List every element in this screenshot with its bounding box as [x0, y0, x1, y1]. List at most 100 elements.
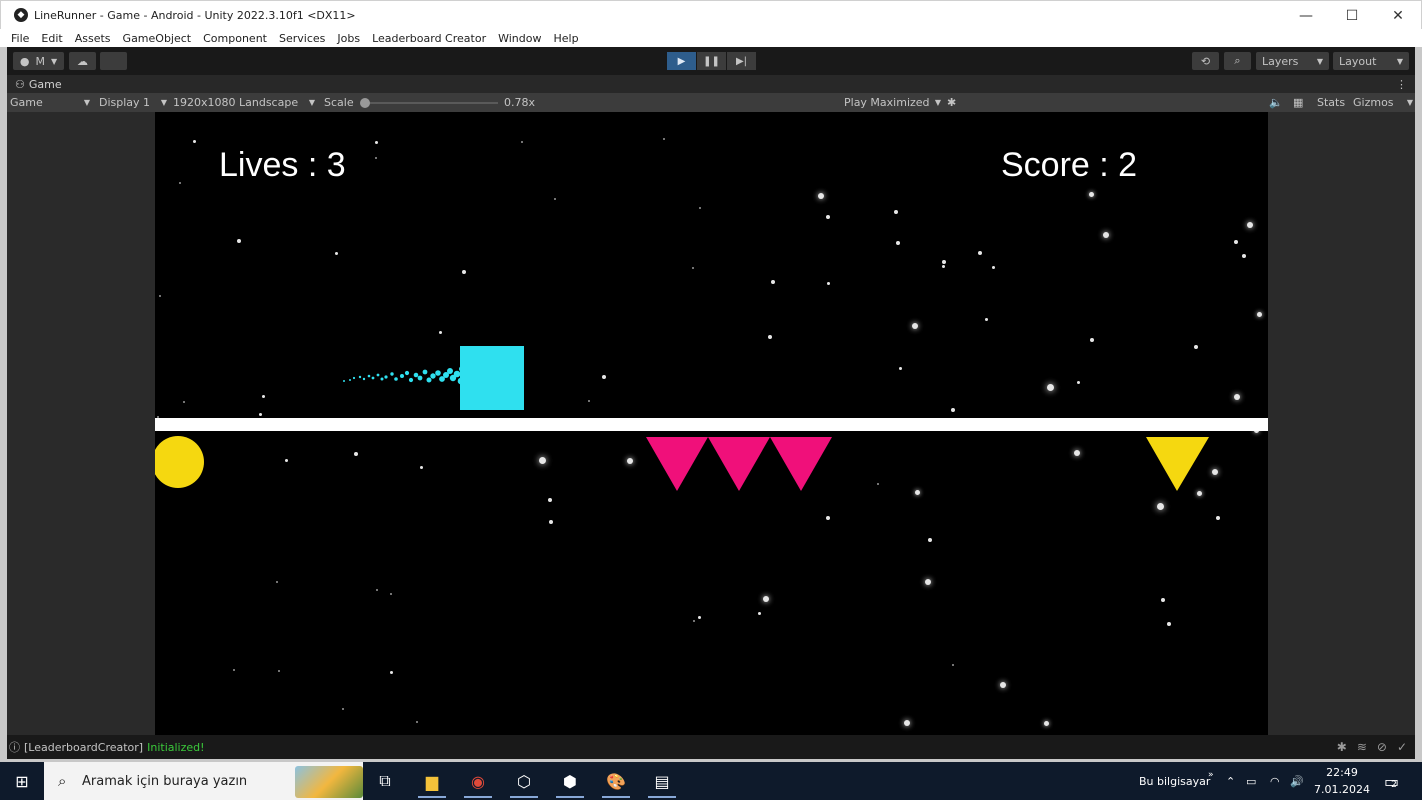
play-button[interactable]: ▶ [667, 52, 696, 70]
calculator-icon[interactable]: ▤ [642, 767, 682, 798]
layers-dropdown[interactable]: Layers ▼ [1256, 52, 1329, 70]
chrome-icon[interactable]: ◉ [458, 767, 498, 798]
network-icon[interactable]: ⊘ [1377, 740, 1387, 754]
volume-icon[interactable]: 🔊 [1290, 762, 1304, 800]
ground-line [155, 418, 1268, 431]
star-particle [1090, 338, 1094, 342]
star-particle [663, 138, 665, 140]
yellow-circle-coin [155, 436, 204, 488]
history-button[interactable]: ⟲ [1192, 52, 1219, 70]
pause-button[interactable]: ❚❚ [697, 52, 726, 70]
star-particle [179, 182, 181, 184]
wifi-icon[interactable]: ◠ [1270, 762, 1280, 800]
star-particle [1242, 254, 1246, 258]
star-particle [692, 267, 694, 269]
check-icon[interactable]: ✓ [1397, 740, 1407, 754]
step-button[interactable]: ▶| [727, 52, 756, 70]
scale-value: 0.78x [504, 96, 536, 109]
cache-icon[interactable]: ≋ [1357, 740, 1367, 754]
star-particle [925, 579, 931, 585]
star-particle [697, 615, 701, 619]
task-view-icon[interactable]: ⧉ [365, 767, 405, 795]
debug-icon[interactable]: ✱ [1337, 740, 1347, 754]
game-viewport[interactable]: Lives : 3 Score : 2 [155, 112, 1268, 735]
star-particle [342, 708, 344, 710]
window-titlebar: ◆ LineRunner - Game - Android - Unity 20… [0, 0, 1422, 29]
menu-gameobject[interactable]: GameObject [123, 32, 192, 45]
minimize-button[interactable]: — [1283, 1, 1329, 30]
clock-date: 7.01.2024 [1314, 783, 1370, 796]
chevron-down-icon: ▼ [50, 56, 58, 66]
yellow-spike [1146, 437, 1209, 491]
star-particle [334, 251, 338, 255]
console-status-bar[interactable]: ⓘ [LeaderboardCreator] Initialized! ✱ ≋ … [7, 735, 1415, 759]
account-dropdown[interactable]: ● M ▼ [13, 52, 64, 70]
view-select[interactable]: Game ▼ [10, 93, 90, 112]
menu-services[interactable]: Services [279, 32, 325, 45]
unity-hub-icon[interactable]: ⬡ [504, 767, 544, 798]
close-button[interactable]: ✕ [1375, 1, 1421, 30]
menu-edit[interactable]: Edit [41, 32, 62, 45]
star-particle [894, 210, 898, 214]
notification-icon[interactable]: ▭ 2 [1384, 762, 1399, 800]
bug-icon[interactable]: ✱ [947, 93, 956, 112]
star-particle [771, 280, 775, 284]
view-select-label: Game [10, 96, 43, 109]
window-title: LineRunner - Game - Android - Unity 2022… [34, 8, 356, 22]
search-button[interactable]: ⌕ [1224, 52, 1251, 70]
layout-label: Layout [1339, 54, 1377, 68]
menu-help[interactable]: Help [553, 32, 578, 45]
star-particle [904, 720, 910, 726]
collab-button[interactable] [100, 52, 127, 70]
clock[interactable]: 22:49 7.01.2024 [1314, 764, 1370, 798]
menu-file[interactable]: File [11, 32, 29, 45]
file-explorer-icon[interactable]: ▆ [412, 767, 452, 798]
windows-logo-icon: ⊞ [15, 771, 29, 791]
play-mode-select[interactable]: Play Maximized ▼ [844, 93, 941, 112]
star-particle [1043, 720, 1049, 726]
show-hidden-icons-chevron-up-icon[interactable]: ⌃ [1226, 762, 1235, 800]
display-select[interactable]: Display 1 ▼ [99, 93, 167, 112]
menu-leaderboard-creator[interactable]: Leaderboard Creator [372, 32, 486, 45]
paint-icon[interactable]: 🎨 [596, 767, 636, 798]
chevron-down-icon: ▼ [83, 98, 90, 107]
menu-window[interactable]: Window [498, 32, 541, 45]
stats-button[interactable]: Stats [1317, 93, 1345, 112]
star-particle [192, 139, 196, 143]
menu-component[interactable]: Component [203, 32, 267, 45]
battery-icon[interactable]: ▭ [1246, 762, 1256, 800]
tab-game[interactable]: ⚇ Game [7, 75, 70, 93]
pause-icon: ❚❚ [703, 55, 720, 67]
maximize-button[interactable]: ☐ [1329, 1, 1375, 30]
star-particle [258, 412, 262, 416]
info-icon: ⓘ [9, 741, 20, 754]
computer-label[interactable]: Bu bilgisayar [1139, 762, 1210, 800]
windows-start-button[interactable]: ⊞ [0, 762, 44, 800]
keyboard-icon[interactable]: ▦ [1293, 93, 1303, 112]
menu-assets[interactable]: Assets [75, 32, 111, 45]
more-options-icon[interactable]: ⋮ [1396, 75, 1407, 93]
player-square [460, 346, 524, 410]
resolution-select[interactable]: 1920x1080 Landscape ▼ [173, 93, 315, 112]
chevron-down-icon: ▼ [1396, 56, 1403, 66]
audio-icon[interactable]: 🔈 [1269, 93, 1283, 112]
scale-slider-handle[interactable] [360, 98, 370, 108]
star-particle [768, 335, 772, 339]
unity-editor-icon[interactable]: ⬢ [550, 767, 590, 798]
taskbar-search-box[interactable]: ⌕ Aramak için buraya yazın [44, 762, 363, 800]
player-particle-trail [343, 366, 465, 385]
star-particle [1046, 383, 1054, 391]
game-view-toolbar: Game ▼ Display 1 ▼ 1920x1080 Landscape ▼… [7, 93, 1415, 112]
chevron-down-icon: ▼ [160, 98, 167, 107]
windows-taskbar: ⊞ ⌕ Aramak için buraya yazın ⧉ ▆ ◉ ⬡ ⬢ 🎨… [0, 762, 1422, 800]
cloud-button[interactable]: ☁ [69, 52, 96, 70]
gizmos-dropdown[interactable]: Gizmos ▼ [1353, 93, 1413, 112]
search-icon: ⌕ [1234, 54, 1241, 67]
menu-jobs[interactable]: Jobs [337, 32, 360, 45]
star-particle [1234, 394, 1240, 400]
star-particle [261, 394, 265, 398]
layout-dropdown[interactable]: Layout ▼ [1333, 52, 1409, 70]
star-particle [984, 317, 988, 321]
toolbar-expand-icon[interactable]: » [1208, 756, 1214, 794]
scale-slider-track[interactable] [365, 102, 498, 104]
